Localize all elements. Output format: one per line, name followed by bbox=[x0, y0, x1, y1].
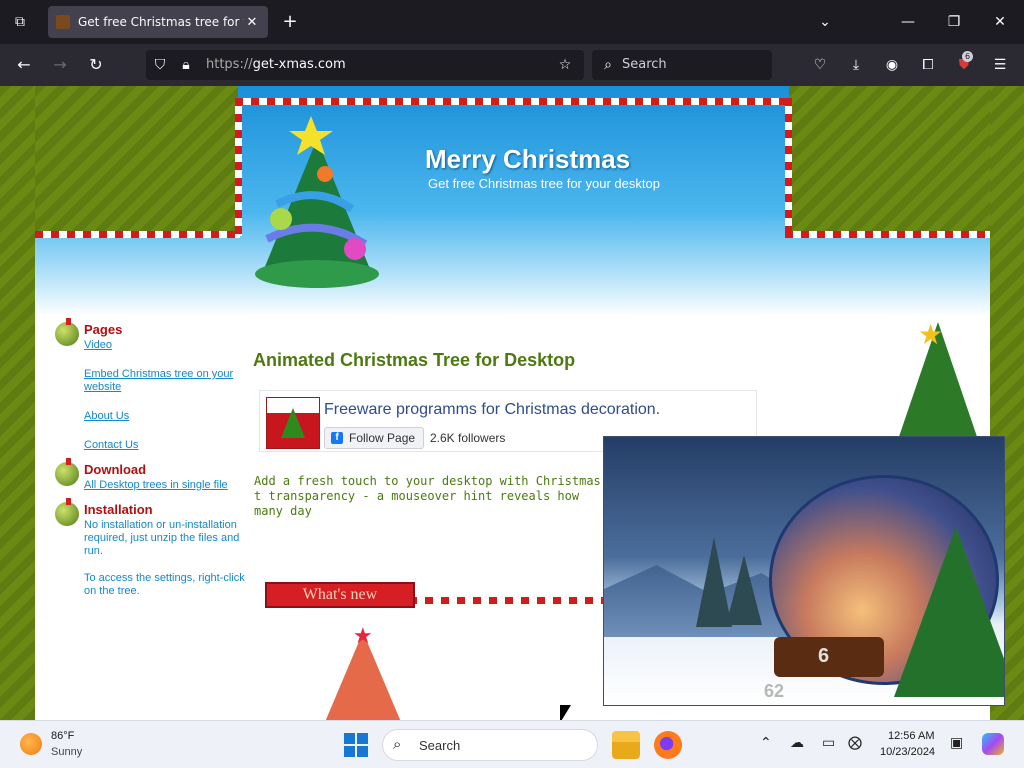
tab-overflow-chevron-icon[interactable]: ⌄ bbox=[815, 12, 835, 32]
banner-right-pattern bbox=[789, 86, 990, 234]
taskbar-search[interactable]: ⌕ Search bbox=[382, 729, 598, 761]
forward-arrow-icon[interactable]: → bbox=[50, 55, 70, 75]
downloads-icon[interactable]: ⤓ bbox=[846, 55, 866, 75]
shield-icon[interactable]: ⛉ bbox=[152, 55, 168, 75]
installation-heading: Installation bbox=[84, 502, 153, 517]
copilot-icon[interactable] bbox=[982, 733, 1004, 755]
ornament-icon bbox=[55, 458, 79, 486]
tab-close-icon[interactable]: ✕ bbox=[244, 15, 260, 30]
candy-stripe bbox=[235, 98, 791, 105]
url-protocol: https:// bbox=[206, 57, 253, 72]
tab-list-icon[interactable]: ⧉ bbox=[10, 12, 30, 32]
temperature[interactable]: 86°F bbox=[51, 730, 74, 742]
lock-icon[interactable]: 🔒︎ bbox=[178, 55, 194, 75]
weather-condition[interactable]: Sunny bbox=[51, 746, 82, 758]
extension-badge: 6 bbox=[962, 51, 974, 62]
candy-stripe bbox=[35, 231, 240, 238]
whats-new-ribbon: What's new bbox=[265, 582, 415, 608]
close-window-button[interactable]: ✕ bbox=[990, 12, 1010, 32]
banner-title: Merry Christmas bbox=[425, 144, 631, 174]
installation-text: No installation or un-installation requi… bbox=[84, 519, 240, 557]
tray-chevron-icon[interactable]: ⌃ bbox=[760, 735, 772, 751]
sidebar-pages: Pages Video Embed Christmas tree on your… bbox=[55, 318, 245, 452]
link-download-all[interactable]: All Desktop trees in single file bbox=[84, 479, 245, 492]
link-about[interactable]: About Us bbox=[84, 410, 245, 423]
mouse-cursor bbox=[560, 705, 571, 720]
facebook-page-title[interactable]: Freeware programms for Christmas decorat… bbox=[324, 401, 660, 419]
volume-mute-icon[interactable]: ⨂ bbox=[848, 735, 862, 751]
follow-page-label: Follow Page bbox=[349, 431, 416, 445]
taskbar: 86°F Sunny ⌕ Search ⌃ ☁ ▭ ⨂ 12:56 AM 10/… bbox=[0, 720, 1024, 768]
firefox-icon[interactable] bbox=[654, 731, 682, 759]
new-tab-button[interactable]: + bbox=[280, 12, 300, 32]
sidebar-installation: Installation No installation or un-insta… bbox=[55, 498, 245, 598]
banner-tree-logo bbox=[255, 116, 379, 288]
sun-icon[interactable] bbox=[20, 733, 42, 755]
candy-stripe bbox=[235, 98, 242, 236]
windows-start-icon[interactable] bbox=[344, 733, 368, 757]
url-host: get-xmas.com bbox=[252, 57, 346, 72]
clock-date[interactable]: 10/23/2024 bbox=[880, 746, 935, 758]
banner-subtitle: Get free Christmas tree for your desktop bbox=[428, 176, 660, 191]
banner-left-pattern bbox=[35, 86, 238, 234]
follow-page-button[interactable]: f Follow Page bbox=[324, 427, 425, 449]
ornament-icon bbox=[55, 318, 79, 346]
sidebar: Pages Video Embed Christmas tree on your… bbox=[55, 318, 245, 612]
pocket-icon[interactable]: ♡ bbox=[810, 55, 830, 75]
tab-bar: ⧉ Get free Christmas tree for your ✕ + ⌄… bbox=[0, 0, 1024, 44]
search-icon: ⌕ bbox=[393, 736, 402, 753]
sidebar-download: Download All Desktop trees in single fil… bbox=[55, 458, 245, 492]
page-title: Animated Christmas Tree for Desktop bbox=[253, 350, 576, 370]
onedrive-icon[interactable]: ☁ bbox=[790, 735, 804, 751]
followers-count: 2.6K followers bbox=[430, 431, 506, 445]
candy-stripe bbox=[785, 231, 990, 238]
search-placeholder: Search bbox=[622, 57, 667, 72]
minimize-button[interactable]: — bbox=[898, 12, 918, 32]
tree-icon bbox=[281, 408, 305, 438]
download-heading: Download bbox=[84, 462, 147, 477]
tab-title: Get free Christmas tree for your bbox=[78, 15, 244, 29]
settings-text: To access the settings, right-click on t… bbox=[84, 572, 245, 597]
star-icon: ★ bbox=[918, 318, 944, 351]
back-arrow-icon[interactable]: ← bbox=[14, 55, 34, 75]
taskbar-search-label: Search bbox=[419, 738, 461, 753]
facebook-icon: f bbox=[331, 432, 343, 444]
pages-heading: Pages bbox=[84, 322, 123, 337]
tab-favicon bbox=[56, 15, 70, 29]
days-counter: 6 bbox=[818, 645, 830, 667]
reload-icon[interactable]: ↻ bbox=[86, 55, 106, 75]
notification-icon[interactable]: ▣ bbox=[950, 735, 963, 751]
pine-tree-image bbox=[726, 555, 762, 625]
account-icon[interactable]: ◉ bbox=[882, 55, 902, 75]
link-embed[interactable]: Embed Christmas tree on your website bbox=[84, 368, 245, 394]
search-icon: ⌕ bbox=[604, 57, 612, 73]
nav-bar: ← → ↻ ⛉ 🔒︎ https://get-xmas.com ☆ ⌕ Sear… bbox=[0, 44, 1024, 86]
url-bar[interactable]: ⛉ 🔒︎ https://get-xmas.com ☆ bbox=[146, 50, 584, 80]
days-counter-reflection: 62 bbox=[764, 681, 785, 701]
file-explorer-icon[interactable] bbox=[612, 731, 640, 759]
search-bar[interactable]: ⌕ Search bbox=[592, 50, 772, 80]
link-contact[interactable]: Contact Us bbox=[84, 439, 245, 452]
menu-icon[interactable]: ☰ bbox=[990, 55, 1010, 75]
description-text: Add a fresh touch to your desktop with C… bbox=[254, 474, 601, 518]
link-video[interactable]: Video bbox=[84, 339, 245, 352]
header-banner: Merry Christmas Get free Christmas tree … bbox=[35, 86, 990, 316]
facebook-page-thumbnail[interactable] bbox=[266, 397, 320, 449]
display-icon[interactable]: ▭ bbox=[822, 735, 835, 751]
clock-time[interactable]: 12:56 AM bbox=[888, 730, 934, 742]
star-icon: ★ bbox=[353, 624, 373, 649]
ornament-icon bbox=[55, 498, 79, 526]
url-text[interactable]: https://get-xmas.com bbox=[206, 57, 346, 72]
bookmark-star-icon[interactable]: ☆ bbox=[556, 55, 574, 75]
extensions-icon[interactable]: ⧠ bbox=[918, 55, 938, 75]
xmas-tree-image bbox=[894, 527, 1004, 697]
restore-button[interactable]: ❐ bbox=[944, 12, 964, 32]
active-tab[interactable]: Get free Christmas tree for your ✕ bbox=[48, 6, 268, 38]
candy-stripe bbox=[785, 98, 792, 236]
snow-globe-widget[interactable]: 6 62 bbox=[603, 436, 1005, 706]
